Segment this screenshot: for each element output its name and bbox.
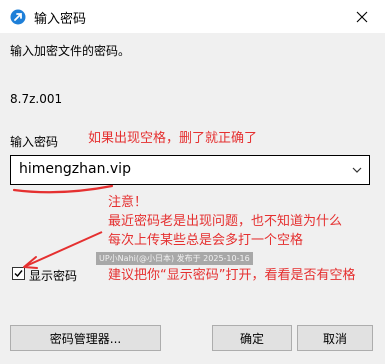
window-title: 输入密码 xyxy=(34,12,87,27)
password-label: 输入密码 xyxy=(10,135,59,149)
title-bar: 输入密码 xyxy=(0,0,385,33)
note-line-3: 建议把你“显示密码”打开，看看是否有空格 xyxy=(108,268,356,283)
red-underline xyxy=(12,184,114,194)
show-password-label[interactable]: 显示密码 xyxy=(29,267,77,284)
close-button[interactable] xyxy=(339,0,385,33)
file-name: 8.7z.001 xyxy=(10,92,63,106)
show-password-checkbox[interactable] xyxy=(12,267,25,280)
red-arrow xyxy=(25,231,103,267)
note-line-1: 最近密码老是出现问题，也不知道为什么 xyxy=(108,214,343,229)
chevron-down-icon[interactable] xyxy=(351,164,363,176)
close-icon xyxy=(356,11,368,22)
app-icon xyxy=(10,9,26,25)
watermark: UP小Nahi(@小日本) 发布于 2025-10-16 xyxy=(96,252,253,265)
note-attention: 注意！ xyxy=(108,195,148,210)
prompt-text: 输入加密文件的密码。 xyxy=(10,44,131,58)
ok-button[interactable]: 确定 xyxy=(212,325,292,351)
note-line-2: 每次上传某些总是会多打一个空格 xyxy=(108,233,304,248)
checkmark-icon xyxy=(14,270,23,278)
cancel-button[interactable]: 取消 xyxy=(297,325,373,351)
note-remove-space: 如果出现空格，删了就正确了 xyxy=(88,131,258,146)
password-value: himengzhan.vip xyxy=(19,161,131,177)
password-manager-button[interactable]: 密码管理器... xyxy=(10,325,161,351)
password-input[interactable]: himengzhan.vip xyxy=(10,155,370,185)
